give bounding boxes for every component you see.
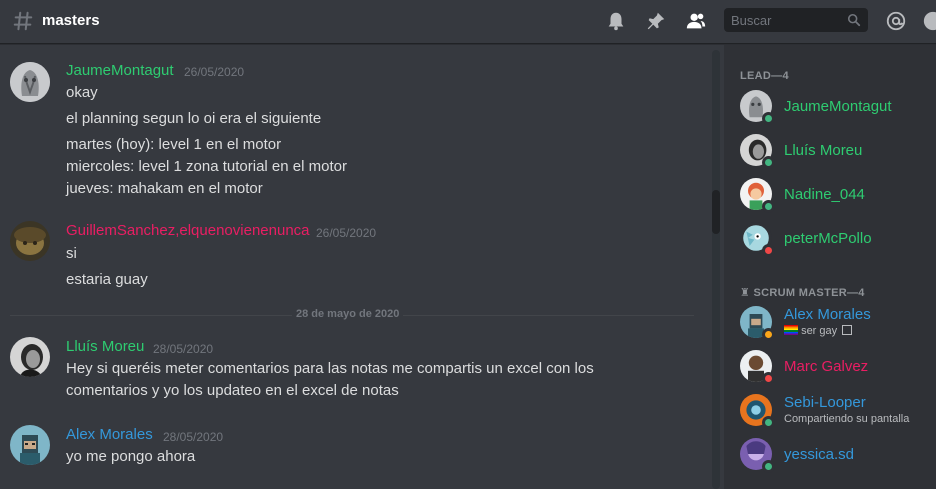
message-text: martes (hoy): level 1 en el motor [66, 136, 282, 153]
avatar[interactable] [10, 425, 50, 465]
member-item[interactable]: Alex Morales ser gay [724, 306, 936, 346]
message-group: JaumeMontagut 26/05/2020 okay el plannin… [0, 57, 712, 207]
bell-icon[interactable] [605, 10, 627, 32]
message-text: jueves: mahakam en el motor [66, 180, 263, 197]
member-item[interactable]: peterMcPollo [724, 222, 936, 262]
message-text: el planning segun lo oi era el siguiente [66, 110, 322, 127]
channel-name: masters [42, 12, 100, 29]
status-dnd-icon [762, 372, 775, 385]
member-name: Marc Galvez [784, 358, 869, 375]
message-text: si [66, 245, 77, 262]
avatar [740, 178, 775, 213]
chat-scrollbar[interactable] [712, 50, 720, 489]
hashtag-icon [13, 11, 33, 31]
status-online-icon [762, 112, 775, 125]
status-dnd-icon [762, 244, 775, 257]
member-name: yessica.sd [784, 446, 855, 463]
search-placeholder: Buscar [731, 13, 772, 28]
member-name: Alex Morales [784, 306, 871, 323]
message-text: Hey si queréis meter comentarios para la… [66, 360, 594, 377]
message-text: estaria guay [66, 271, 148, 288]
message-group: Alex Morales 28/05/2020 yo me pongo ahor… [0, 423, 712, 473]
avatar [740, 90, 775, 125]
member-list: LEAD—4 JaumeMontagut Lluís Moreu Nadine_… [724, 45, 936, 489]
message-timestamp: 26/05/2020 [184, 65, 245, 79]
message-text: okay [66, 84, 98, 101]
avatar[interactable] [10, 337, 50, 377]
member-item[interactable]: yessica.sd [724, 438, 936, 478]
avatar [740, 350, 775, 385]
status-online-icon [762, 416, 775, 429]
member-activity: ser gay [784, 325, 853, 337]
status-idle-icon [762, 328, 775, 341]
message-author[interactable]: JaumeMontagut [66, 62, 174, 79]
avatar[interactable] [10, 221, 50, 261]
status-online-icon [762, 156, 775, 169]
member-name: peterMcPollo [784, 230, 872, 247]
custom-status-text: ser gay [801, 325, 838, 337]
help-icon[interactable] [922, 10, 936, 32]
member-item[interactable]: Nadine_044 [724, 178, 936, 218]
crown-icon: ♜ [740, 287, 754, 299]
member-name: Sebi-Looper [784, 394, 866, 411]
member-name: Lluís Moreu [784, 142, 863, 159]
message-group: Lluís Moreu 28/05/2020 Hey si queréis me… [0, 335, 712, 405]
message-author[interactable]: Alex Morales [66, 426, 153, 443]
avatar [740, 438, 775, 473]
search-input[interactable]: Buscar [724, 8, 868, 32]
message-text: yo me pongo ahora [66, 448, 196, 465]
role-header-lead: LEAD—4 [740, 70, 789, 82]
member-activity: Compartiendo su pantalla [784, 413, 910, 425]
date-divider-label: 28 de mayo de 2020 [292, 308, 404, 320]
avatar [740, 306, 775, 341]
message-timestamp: 28/05/2020 [153, 342, 214, 356]
message-timestamp: 26/05/2020 [316, 226, 377, 240]
member-name: JaumeMontagut [784, 98, 892, 115]
scrollbar-thumb[interactable] [712, 190, 720, 234]
role-title-text: SCRUM MASTER—4 [753, 287, 865, 299]
member-item[interactable]: Lluís Moreu [724, 134, 936, 174]
message-author[interactable]: Lluís Moreu [66, 338, 144, 355]
channel-header: masters Buscar [0, 0, 936, 44]
message-group: GuillemSanchez,elquenovienenunca 26/05/2… [0, 219, 712, 299]
member-name: Nadine_044 [784, 186, 865, 203]
member-item[interactable]: JaumeMontagut [724, 90, 936, 130]
avatar [740, 394, 775, 429]
at-icon[interactable] [885, 10, 907, 32]
message-list: JaumeMontagut 26/05/2020 okay el plannin… [0, 45, 712, 489]
role-header-scrum-master: ♜ SCRUM MASTER—4 [740, 286, 865, 299]
status-online-icon [762, 200, 775, 213]
message-text: miercoles: level 1 zona tutorial en el m… [66, 158, 347, 175]
member-item[interactable]: Marc Galvez [724, 350, 936, 390]
status-online-icon [762, 460, 775, 473]
avatar [740, 134, 775, 169]
message-author[interactable]: GuillemSanchez,elquenovienenunca [66, 222, 310, 239]
search-icon [847, 13, 861, 27]
avatar[interactable] [10, 62, 50, 102]
note-icon [842, 325, 853, 335]
member-item[interactable]: Sebi-Looper Compartiendo su pantalla [724, 394, 936, 434]
avatar [740, 222, 775, 257]
rainbow-flag-icon [784, 325, 798, 335]
message-text: comentarios y yo los updateo en el excel… [66, 382, 399, 399]
pin-icon[interactable] [645, 10, 667, 32]
message-timestamp: 28/05/2020 [163, 430, 224, 444]
members-icon[interactable] [685, 10, 707, 32]
